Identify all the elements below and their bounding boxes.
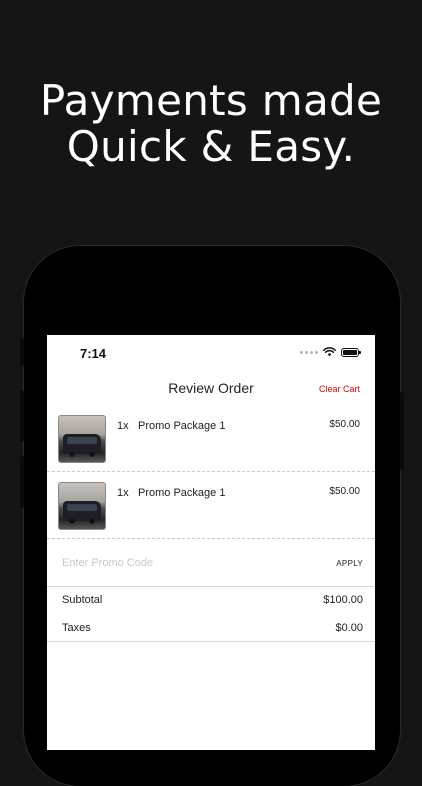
cart-item[interactable]: 1x Promo Package 1 $50.00	[47, 406, 375, 472]
status-time: 7:14	[80, 346, 107, 361]
item-name: Promo Package 1	[138, 420, 226, 432]
item-price: $50.00	[329, 419, 360, 430]
status-icons	[300, 347, 361, 357]
item-quantity: 1x	[117, 420, 129, 432]
signal-icon	[300, 350, 318, 354]
marketing-headline: Payments made Quick & Easy.	[0, 78, 422, 170]
phone-volume-up-button	[20, 390, 24, 442]
headline-line-2: Quick & Easy.	[66, 122, 356, 171]
phone-power-button	[400, 392, 404, 470]
status-bar: 7:14	[47, 335, 375, 373]
wifi-icon	[323, 347, 336, 357]
item-quantity: 1x	[117, 487, 129, 499]
taxes-value: $0.00	[335, 622, 363, 634]
cart-item[interactable]: 1x Promo Package 1 $50.00	[47, 473, 375, 539]
battery-icon	[341, 347, 361, 357]
navigation-bar: Review Order Clear Cart	[47, 375, 375, 403]
subtotal-label: Subtotal	[62, 594, 103, 606]
app-screen: 7:14 Review Order Clear Cart 1x Promo Pa…	[47, 335, 375, 750]
headline-line-1: Payments made	[39, 76, 383, 125]
promo-divider	[47, 586, 375, 587]
product-thumbnail	[58, 482, 106, 530]
item-divider	[47, 538, 375, 539]
clear-cart-button[interactable]: Clear Cart	[319, 384, 360, 394]
taxes-label: Taxes	[62, 622, 91, 634]
phone-volume-down-button	[20, 456, 24, 508]
subtotal-value: $100.00	[323, 594, 363, 606]
apply-promo-button[interactable]: APPLY	[336, 559, 363, 568]
promo-code-input[interactable]	[62, 555, 292, 571]
item-name: Promo Package 1	[138, 487, 226, 499]
summary-divider	[47, 641, 375, 642]
item-divider	[47, 471, 375, 472]
product-thumbnail	[58, 415, 106, 463]
item-price: $50.00	[329, 486, 360, 497]
phone-side-button	[20, 338, 24, 366]
